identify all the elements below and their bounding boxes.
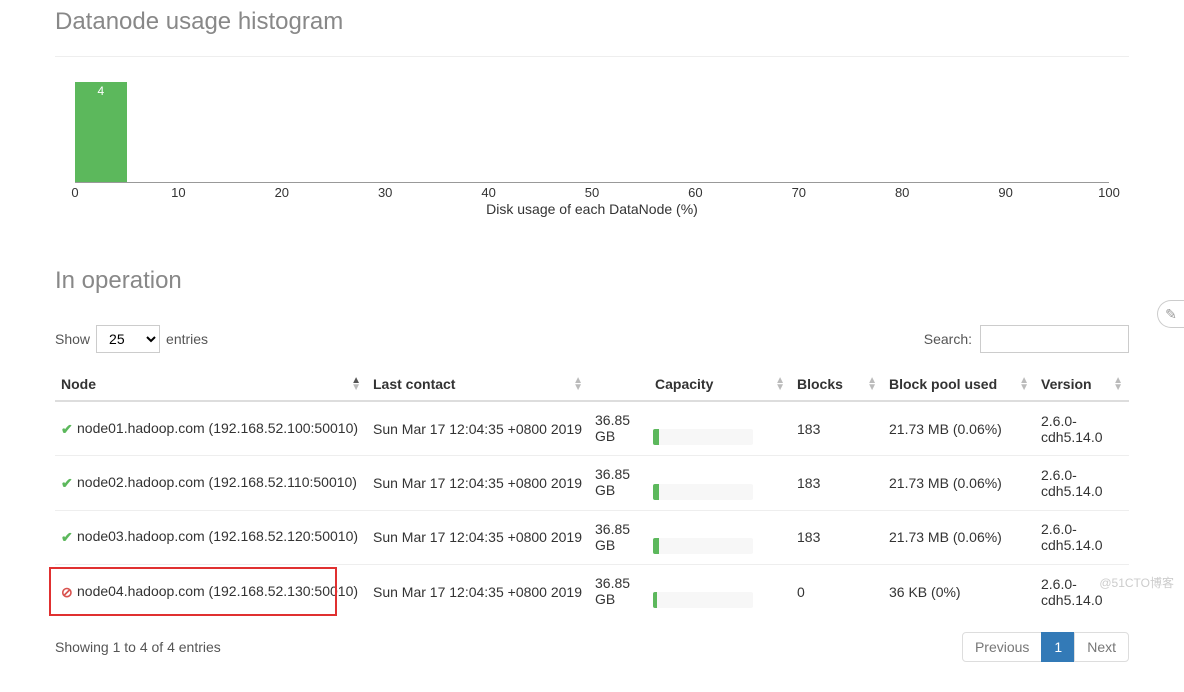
x-tick: 70: [792, 185, 806, 200]
table-row: ✔node01.hadoop.com (192.168.52.100:50010…: [55, 401, 1129, 456]
node-link[interactable]: node03.hadoop.com (192.168.52.120:50010): [77, 528, 358, 544]
cell-last-contact: Sun Mar 17 12:04:35 +0800 2019: [367, 456, 589, 510]
capacity-bar: [653, 592, 753, 608]
cell-last-contact: Sun Mar 17 12:04:35 +0800 2019: [367, 564, 589, 618]
col-last-contact[interactable]: Last contact ▲▼: [367, 368, 589, 401]
next-button[interactable]: Next: [1074, 632, 1129, 662]
table-row: ✔node03.hadoop.com (192.168.52.120:50010…: [55, 510, 1129, 564]
cell-blocks: 183: [791, 401, 883, 456]
x-tick: 90: [998, 185, 1012, 200]
cell-capacity: 36.85 GB: [589, 401, 791, 456]
entries-label: entries: [166, 331, 208, 347]
showing-info: Showing 1 to 4 of 4 entries: [55, 639, 221, 655]
cell-blocks: 183: [791, 510, 883, 564]
sort-icon: ▲▼: [1113, 377, 1123, 391]
cell-capacity: 36.85 GB: [589, 564, 791, 618]
cell-version: 2.6.0-cdh5.14.0: [1035, 401, 1129, 456]
x-tick: 60: [688, 185, 702, 200]
x-tick: 40: [481, 185, 495, 200]
sort-icon: ▲▼: [1019, 377, 1029, 391]
table-row: ⊘node04.hadoop.com (192.168.52.130:50010…: [55, 564, 1129, 618]
histogram-chart: 4 0 10 20 30 40 50 60 70 80 90 100 Disk usage of e…: [55, 56, 1129, 217]
sort-icon: ▲▼: [867, 377, 877, 391]
search-label: Search:: [924, 331, 972, 347]
cell-capacity: 36.85 GB: [589, 456, 791, 510]
show-label: Show: [55, 331, 90, 347]
cell-last-contact: Sun Mar 17 12:04:35 +0800 2019: [367, 401, 589, 456]
checkmark-icon: ✔: [61, 529, 75, 546]
page-1-button[interactable]: 1: [1041, 632, 1075, 662]
cell-capacity: 36.85 GB: [589, 510, 791, 564]
checkmark-icon: ✔: [61, 421, 75, 438]
cell-last-contact: Sun Mar 17 12:04:35 +0800 2019: [367, 510, 589, 564]
col-blocks[interactable]: Blocks ▲▼: [791, 368, 883, 401]
node-link[interactable]: node01.hadoop.com (192.168.52.100:50010): [77, 420, 358, 436]
histogram-title: Datanode usage histogram: [55, 8, 1129, 36]
cell-block-pool: 21.73 MB (0.06%): [883, 401, 1035, 456]
sort-icon: ▲▼: [351, 377, 361, 391]
cell-version: 2.6.0-cdh5.14.0: [1035, 564, 1129, 618]
pagination: Previous 1 Next: [963, 632, 1129, 662]
cell-block-pool: 21.73 MB (0.06%): [883, 456, 1035, 510]
x-tick: 100: [1098, 185, 1120, 200]
sort-icon: ▲▼: [775, 377, 785, 391]
capacity-bar: [653, 429, 753, 445]
x-tick: 0: [71, 185, 78, 200]
error-icon: ⊘: [61, 584, 75, 601]
col-version[interactable]: Version ▲▼: [1035, 368, 1129, 401]
entries-select[interactable]: 25: [96, 325, 160, 353]
sort-icon: ▲▼: [573, 377, 583, 391]
node-link[interactable]: node02.hadoop.com (192.168.52.110:50010): [77, 474, 357, 490]
table-row: ✔node02.hadoop.com (192.168.52.110:50010…: [55, 456, 1129, 510]
cell-block-pool: 36 KB (0%): [883, 564, 1035, 618]
x-tick: 80: [895, 185, 909, 200]
datanode-table: Node ▲▼ Last contact ▲▼ Capacity ▲▼ Bloc…: [55, 368, 1129, 618]
x-tick: 50: [585, 185, 599, 200]
x-tick: 30: [378, 185, 392, 200]
x-tick: 10: [171, 185, 185, 200]
cell-blocks: 183: [791, 456, 883, 510]
capacity-bar: [653, 484, 753, 500]
x-tick: 20: [275, 185, 289, 200]
side-badge-icon[interactable]: ✎: [1157, 300, 1184, 328]
col-capacity[interactable]: Capacity ▲▼: [589, 368, 791, 401]
cell-version: 2.6.0-cdh5.14.0: [1035, 510, 1129, 564]
capacity-bar: [653, 538, 753, 554]
prev-button[interactable]: Previous: [962, 632, 1042, 662]
histogram-bar: 4: [75, 82, 127, 182]
col-node[interactable]: Node ▲▼: [55, 368, 367, 401]
operation-title: In operation: [55, 267, 1129, 295]
search-input[interactable]: [980, 325, 1129, 353]
cell-block-pool: 21.73 MB (0.06%): [883, 510, 1035, 564]
checkmark-icon: ✔: [61, 475, 75, 492]
node-link[interactable]: node04.hadoop.com (192.168.52.130:50010): [77, 583, 358, 599]
col-block-pool[interactable]: Block pool used ▲▼: [883, 368, 1035, 401]
cell-blocks: 0: [791, 564, 883, 618]
histogram-xlabel: Disk usage of each DataNode (%): [55, 201, 1129, 217]
cell-version: 2.6.0-cdh5.14.0: [1035, 456, 1129, 510]
